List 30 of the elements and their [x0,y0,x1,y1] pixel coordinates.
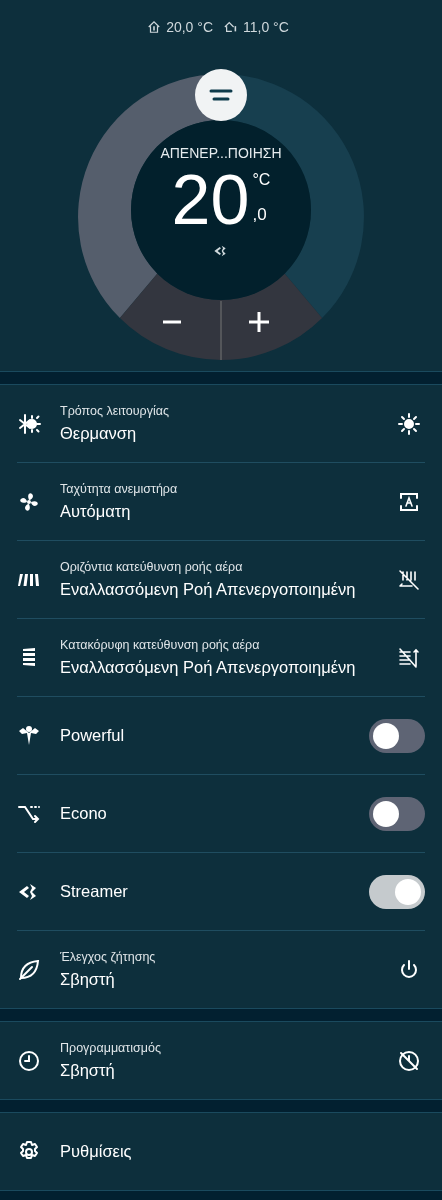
setting-label: Powerful [60,726,126,745]
setting-item[interactable]: Τρόπος λειτουργίας Θερμανση [60,404,397,443]
temperature-unit: °C [252,171,271,189]
sun-snowflake-icon [17,411,41,436]
outdoor-temperature: 11,0 °C [243,19,289,35]
crossed-louver-icon [397,567,421,592]
setting-item[interactable]: Ταχύτητα ανεμιστήρα Αυτόματη [60,482,397,521]
sun-icon [397,411,421,436]
temperature-decimal: ,0 [252,205,268,225]
set-temperature: 20 [171,163,250,237]
outdoor-house-icon [224,20,238,34]
toggle-switch[interactable] [369,718,425,753]
decrease-button[interactable] [119,273,221,360]
setting-item[interactable]: Οριζόντια κατεύθυνση ροής αέρα Εναλλασσόμενη Ροή Απενεργοποιημένη [60,560,397,599]
setting-item[interactable]: Έλεγχος ζήτησης Σβηστή [60,950,397,989]
crossed-louver-icon [397,645,421,670]
setting-item[interactable]: Κατακόρυφη κατεύθυνση ροής αέρα Εναλλασσόμενη Ροή Απενεργοποιημένη [60,638,397,677]
setting-label: Econo [60,804,108,823]
mode-label: ΑΠΕΝΕΡ...ΠΟΙΗΣΗ [160,145,282,161]
toggle-switch[interactable] [369,796,425,831]
indoor-temperature: 20,0 °C [166,19,213,35]
setting-label: Streamer [60,882,129,901]
crossed-clock-icon [397,1048,421,1073]
settings-link[interactable]: Ρυθμίσεις [60,1142,425,1161]
indoor-house-icon [147,20,162,34]
streamer-icon [213,243,229,259]
dial-handle[interactable] [195,69,247,121]
leaf-icon [17,957,41,982]
toggle-switch[interactable] [369,874,425,909]
clock-icon [17,1048,41,1073]
